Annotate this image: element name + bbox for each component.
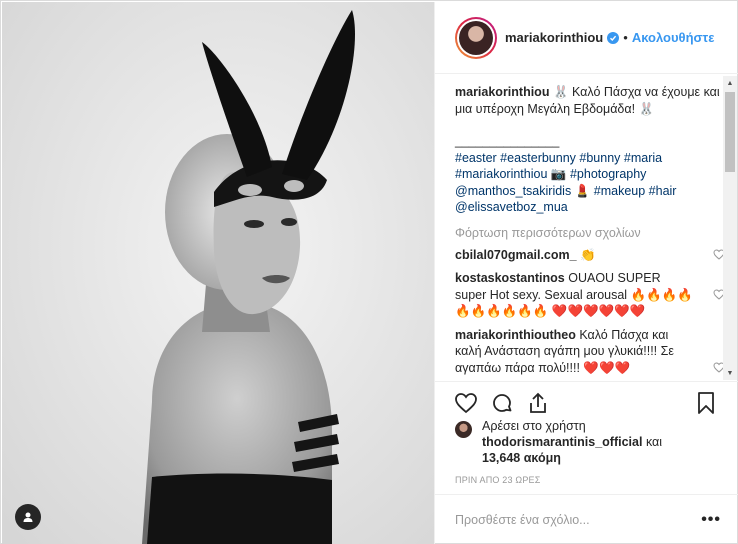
caption-hashtags-makeup[interactable]: #makeup #hair [594,184,677,198]
likes-count[interactable]: 13,648 ακόμη [482,450,725,466]
scroll-down-arrow-icon[interactable]: ▼ [723,366,737,380]
likes-summary: Αρέσει στο χρήστη thodorismarantinis_off… [455,418,725,466]
comment-hearts: ❤️❤️❤️❤️❤️❤️ [551,304,646,318]
post-actions [435,382,738,422]
avatar-image [459,20,493,55]
comment-username[interactable]: cbilal070gmail.com_ [455,248,577,262]
like-button[interactable] [453,390,479,416]
comment-button[interactable] [489,390,515,416]
comment-hearts: ❤️❤️❤️ [583,360,631,375]
author-avatar[interactable] [455,16,497,59]
author-username[interactable]: mariakorinthiou [505,30,603,45]
more-options-button[interactable]: ••• [701,511,721,529]
add-comment-bar: ••• [435,494,738,544]
post-sidebar: mariakorinthiou • Ακολουθήστε mariakorin… [434,2,738,544]
comment-item: kostaskostantinos OUAOU SUPER super Hot … [455,270,725,320]
caption-mention-photographer[interactable]: @manthos_tsakiridis [455,184,571,198]
caption-divider: _______________ [455,134,560,148]
comment-username[interactable]: mariakorinthioutheo [455,328,576,342]
comments-list: mariakorinthiou 🐰 Καλό Πάσχα να έχουμε κ… [455,84,725,377]
liker-avatar[interactable] [455,421,472,438]
load-more-comments-button[interactable]: Φόρτωση περισσότερων σχολίων [455,226,723,240]
comment-item: mariakorinthioutheo Καλό Πάσχα και καλή … [455,327,725,377]
caption-hashtags-1[interactable]: #easter #easterbunny #bunny #maria [455,150,723,167]
share-button[interactable] [525,390,551,416]
post-timestamp[interactable]: ΠΡΙΝ ΑΠΟ 23 ΩΡΕΣ [455,475,541,485]
comment-item: cbilal070gmail.com_ 👏 [455,247,725,264]
comments-scrollbar[interactable]: ▲ ▼ [723,76,737,380]
share-upload-icon [530,392,546,413]
comment-username[interactable]: kostaskostantinos [455,271,565,285]
comment-text: 👏 [580,247,596,262]
likes-prefix: Αρέσει στο χρήστη [482,419,586,433]
post-modal: mariakorinthiou • Ακολουθήστε mariakorin… [0,0,738,544]
camera-emoji: 📷 [550,167,567,181]
heart-outline-icon [455,393,477,414]
verified-badge-icon [607,31,620,44]
liker-username[interactable]: thodorismarantinis_official [482,435,642,449]
likes-text: Αρέσει στο χρήστη thodorismarantinis_off… [482,418,725,466]
save-button[interactable] [693,390,719,416]
lipstick-emoji: 💄 [574,183,591,198]
post-header: mariakorinthiou • Ακολουθήστε [435,2,738,74]
likes-conjunction: και [645,435,663,449]
avatar-inner [457,18,495,57]
separator-dot: • [623,30,628,45]
post-caption: mariakorinthiou 🐰 Καλό Πάσχα να έχουμε κ… [455,84,723,216]
caption-mention-mua[interactable]: @elissavetboz_mua [455,199,723,216]
bookmark-icon [698,392,714,414]
person-icon [23,512,33,522]
scroll-up-arrow-icon[interactable]: ▲ [723,76,737,90]
comment-input[interactable] [455,512,675,527]
caption-hashtag-photography[interactable]: #photography [570,167,646,181]
user-tags-button[interactable] [15,504,41,530]
caption-username[interactable]: mariakorinthiou [455,85,549,99]
post-photo[interactable] [2,2,434,544]
photo-illustration [2,2,434,544]
caption-hashtag-mariakorinthiou[interactable]: #mariakorinthiou [455,167,547,181]
scrollbar-thumb[interactable] [725,92,735,172]
comments-section[interactable]: mariakorinthiou 🐰 Καλό Πάσχα να έχουμε κ… [435,74,738,382]
comment-bubble-icon [493,394,512,412]
follow-button[interactable]: Ακολουθήστε [632,30,715,45]
